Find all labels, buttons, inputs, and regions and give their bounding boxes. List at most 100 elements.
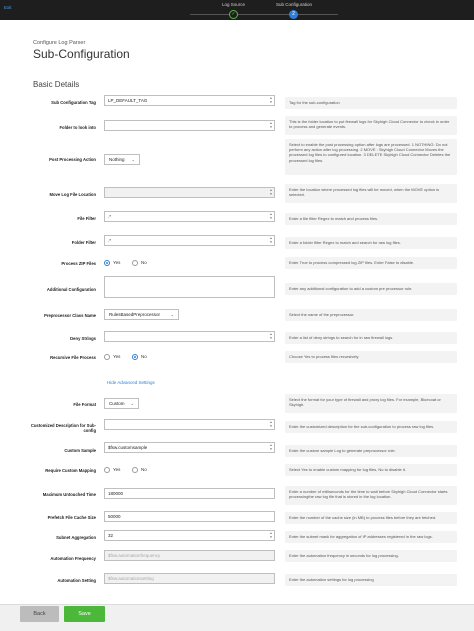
spinner-icon[interactable]: ▲ ▼ <box>269 236 273 244</box>
save-button[interactable]: Save <box>64 606 105 622</box>
step-connector-middle <box>238 14 289 15</box>
file-format-select[interactable]: Custom ⌄ <box>104 398 139 409</box>
max-untouched-time-input[interactable]: 180000 <box>104 488 275 499</box>
folder-filter-value: .* <box>108 238 112 243</box>
subnet-aggregation-label: Subnet Aggregation <box>56 535 96 540</box>
deny-strings-input[interactable]: ▲ ▼ <box>104 331 275 342</box>
spinner-icon[interactable]: ▲ ▼ <box>269 188 273 196</box>
step-connector-left <box>190 14 229 15</box>
post-processing-action-select[interactable]: Nothing ⌄ <box>104 154 140 165</box>
recursive-file-process-label: Recursive File Process <box>50 355 96 360</box>
custom-mapping-yes-radio[interactable] <box>104 467 110 473</box>
move-log-file-location-help: Enter the location where processed log f… <box>285 184 457 203</box>
custom-sample-label: Custom Sample <box>64 448 96 453</box>
chevron-down-icon: ⌄ <box>131 157 135 162</box>
step-label-log-source: Log Source <box>222 2 246 7</box>
automation-setting-label: Automation Setting <box>57 578 96 583</box>
folder-to-look-into-help: This is the folder location to put firew… <box>285 116 457 135</box>
step-connector-right <box>298 14 338 15</box>
breadcrumb: Configure Log Parser <box>33 40 86 46</box>
recursive-no-label: No <box>141 354 147 359</box>
recursive-no-radio[interactable] <box>132 354 138 360</box>
require-custom-mapping-help: Select Yes to enable custom mapping for … <box>285 464 457 476</box>
spinner-icon[interactable]: ▲ ▼ <box>269 121 273 129</box>
file-filter-input[interactable]: .* ▲ ▼ <box>104 211 275 222</box>
post-processing-action-help: Select to enable the post processing opt… <box>285 139 457 175</box>
max-untouched-time-value: 180000 <box>108 491 124 496</box>
customized-description-help: Enter the customized description for the… <box>285 421 457 433</box>
deny-strings-label: Deny Strings <box>70 336 96 341</box>
prefetch-file-cache-size-label: Prefetch File Cache Size <box>47 515 96 520</box>
require-custom-mapping-radio-group: Yes No <box>104 467 164 474</box>
customized-description-input[interactable]: ▲ ▼ <box>104 419 275 430</box>
deny-strings-help: Enter a list of deny strings to search f… <box>285 332 457 344</box>
spinner-icon[interactable]: ▲ ▼ <box>269 420 273 428</box>
spinner-icon[interactable]: ▲ ▼ <box>269 531 273 539</box>
automation-frequency-input[interactable]: $fsw.automationfrequency <box>104 550 275 561</box>
require-custom-mapping-label: Require Custom Mapping <box>45 468 96 473</box>
recursive-yes-radio[interactable] <box>104 354 110 360</box>
subnet-aggregation-input[interactable]: 32 ▲ ▼ <box>104 530 275 541</box>
chevron-down-icon: ⌄ <box>170 312 174 317</box>
section-heading: Basic Details <box>33 80 80 89</box>
move-log-file-location-label: Move Log File Location <box>49 192 96 197</box>
prefetch-file-cache-size-help: Enter the number of the cache size (in M… <box>285 512 457 524</box>
file-filter-help: Enter a file filter Regex to match and p… <box>285 213 457 225</box>
folder-to-look-into-input[interactable]: ▲ ▼ <box>104 120 275 131</box>
additional-configuration-label: Additional Configuration <box>46 287 96 292</box>
automation-frequency-value: $fsw.automationfrequency <box>108 553 161 558</box>
process-zip-no-radio[interactable] <box>132 260 138 266</box>
max-untouched-time-label: Maximum Untouched Time <box>42 492 96 497</box>
folder-filter-input[interactable]: .* ▲ ▼ <box>104 235 275 246</box>
automation-setting-value: $fsw.automationsetting <box>108 576 154 581</box>
preprocessor-class-name-select[interactable]: RulesBasedPreprocessor ⌄ <box>104 309 179 320</box>
checkmark-icon[interactable]: ✓ <box>229 10 238 19</box>
process-zip-files-label: Process ZIP Files <box>61 261 96 266</box>
process-zip-no-label: No <box>141 260 147 265</box>
file-filter-value: .* <box>108 214 112 219</box>
subnet-aggregation-help: Enter the subnet mask for aggregation of… <box>285 531 457 543</box>
move-log-file-location-input[interactable]: ▲ ▼ <box>104 187 275 198</box>
automation-frequency-help: Enter the automation frequency in second… <box>285 550 457 562</box>
step-label-sub-configuration: Sub Configuration <box>276 2 313 7</box>
prefetch-file-cache-size-value: 50000 <box>108 514 121 519</box>
process-zip-files-radio-group: Yes No <box>104 260 164 267</box>
recursive-file-process-radio-group: Yes No <box>104 354 164 361</box>
sub-config-tag-input[interactable]: LP_DEFAULT_TAG ▲ ▼ <box>104 95 275 106</box>
process-zip-yes-label: Yes <box>113 260 121 265</box>
additional-configuration-textarea[interactable] <box>104 276 275 298</box>
spinner-icon[interactable]: ▲ ▼ <box>269 96 273 104</box>
process-zip-yes-radio[interactable] <box>104 260 110 266</box>
max-untouched-time-help: Enter a number of milliseconds for the t… <box>285 486 457 505</box>
preprocessor-class-name-label: Preprocessor Class Name <box>44 313 96 318</box>
additional-configuration-help: Enter any additional configuration to ad… <box>285 283 457 295</box>
file-format-label: File Format <box>73 402 96 407</box>
sub-config-tag-value: LP_DEFAULT_TAG <box>108 98 148 103</box>
back-button[interactable]: Back <box>20 606 59 622</box>
spinner-icon[interactable]: ▲ ▼ <box>269 443 273 451</box>
hide-advanced-settings-link[interactable]: Hide Advanced Settings <box>107 380 155 385</box>
folder-filter-help: Enter a folder filter Regex to match and… <box>285 237 457 249</box>
page-title: Sub-Configuration <box>33 47 130 61</box>
automation-setting-help: Enter the automation settings for log pr… <box>285 574 457 586</box>
step-indicator-current[interactable]: 2 <box>289 10 298 19</box>
file-format-help: Select the format for your type of firew… <box>285 394 457 413</box>
prefetch-file-cache-size-input[interactable]: 50000 <box>104 511 275 522</box>
custom-sample-input[interactable]: $fsw.customsample ▲ ▼ <box>104 442 275 453</box>
post-processing-action-label: Post Processing Action <box>49 157 96 162</box>
file-filter-label: File Filter <box>77 216 96 221</box>
spinner-icon[interactable]: ▲ ▼ <box>269 332 273 340</box>
exit-link[interactable]: Exit <box>4 5 12 10</box>
custom-sample-help: Enter the custom sample Log to generate … <box>285 445 457 457</box>
spinner-icon[interactable]: ▲ ▼ <box>269 212 273 220</box>
custom-mapping-no-radio[interactable] <box>132 467 138 473</box>
recursive-yes-label: Yes <box>113 354 121 359</box>
preprocessor-class-name-help: Select the name of the preprocessor. <box>285 309 457 321</box>
folder-filter-label: Folder Filter <box>71 240 96 245</box>
custom-mapping-no-label: No <box>141 467 147 472</box>
automation-frequency-label: Automation Frequency <box>50 556 96 561</box>
post-processing-action-value: Nothing <box>109 157 125 162</box>
automation-setting-input[interactable]: $fsw.automationsetting <box>104 573 275 584</box>
sub-config-tag-label: Sub Configuration Tag <box>51 100 96 105</box>
folder-to-look-into-label: Folder to look into <box>59 125 96 130</box>
